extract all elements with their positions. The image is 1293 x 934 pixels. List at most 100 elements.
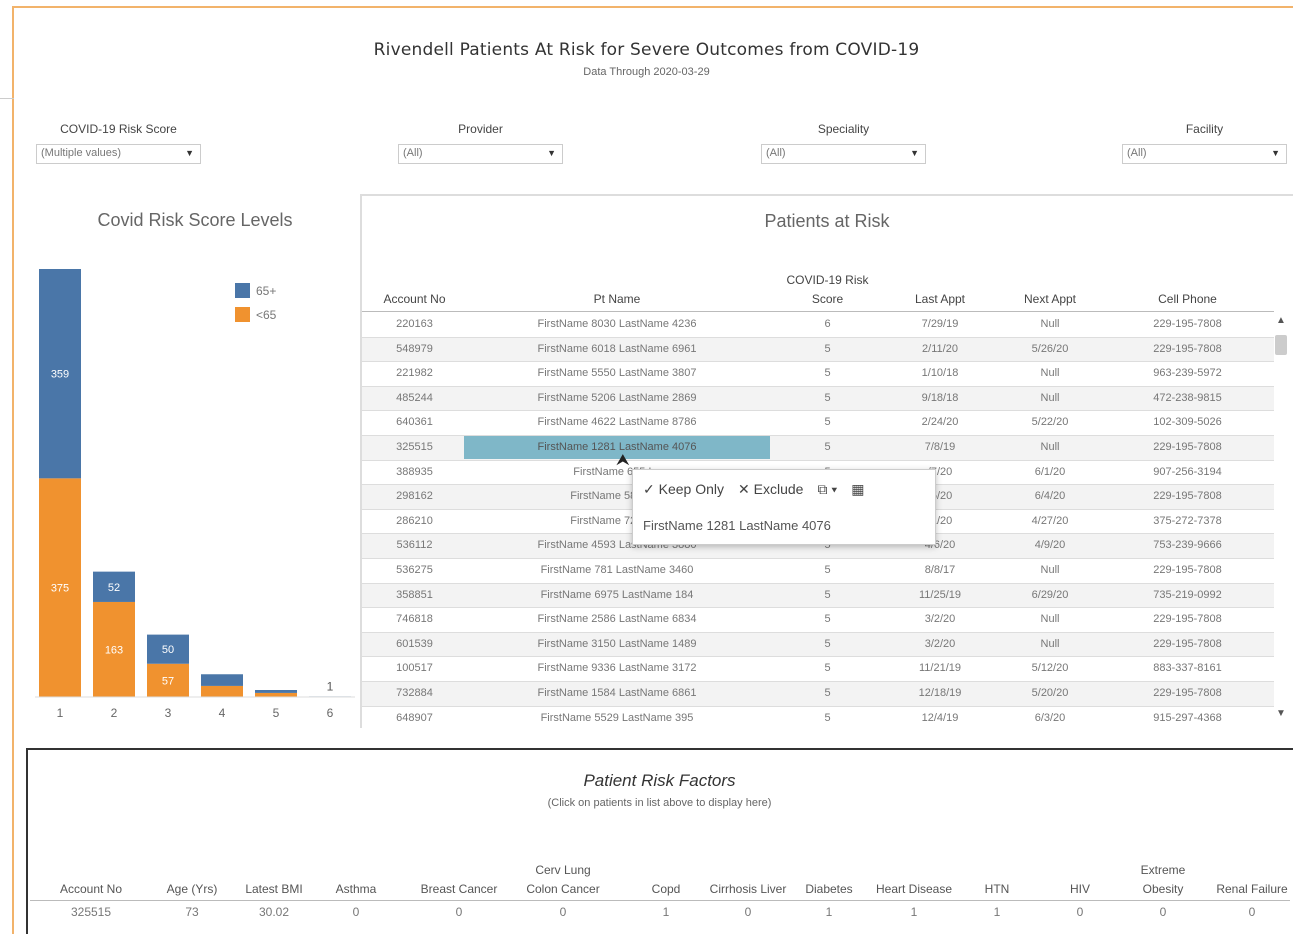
table-cell: 5 [824,563,831,576]
column-header[interactable]: COVID-19 Risk Score [770,271,885,309]
legend-label: 65+ [256,284,276,298]
column-header[interactable]: Next Appt [995,290,1105,309]
x-tick-label: 3 [165,706,172,720]
x-tick-label: 4 [219,706,226,720]
view-data-icon[interactable]: ▦ [851,481,864,498]
dropdown-value: (All) [403,147,423,159]
table-cell: 229-195-7808 [1153,318,1222,330]
table-row[interactable]: 221982 FirstName 5550 LastName 3807 5 1/10/… [362,362,1274,387]
table-cell: 2/24/20 [921,416,959,429]
table-cell: 5/22/20 [1031,416,1069,429]
table-cell: 5 [824,613,831,626]
group-members-icon[interactable]: ⧉ ▾ [817,481,837,498]
context-tooltip: ✓ Keep Only ✕ Exclude ⧉ ▾ ▦ FirstName 12… [632,469,936,545]
column-header[interactable]: Last Appt [885,290,995,309]
table-cell: 6/3/20 [1034,711,1066,724]
table-row[interactable]: 358851 FirstName 6975 LastName 184 5 11/25/… [362,583,1274,609]
dropdown-value: (Multiple values) [41,147,122,159]
filter-facility: Facility (All) ▼ [1122,122,1287,164]
table-scrollbar[interactable]: ▲ ▼ [1272,313,1290,723]
table-cell: 5 [824,637,831,650]
table-cell: 5 [824,416,831,429]
legend-swatch [235,283,250,298]
table-cell: 5 [824,686,831,699]
scroll-thumb[interactable] [1275,335,1287,355]
table-cell: 229-195-7808 [1153,637,1222,650]
filter-speciality: Speciality (All) ▼ [761,122,926,164]
table-cell: Null [1040,318,1060,330]
table-cell: 100517 [396,662,433,675]
table-row[interactable]: 648907 FirstName 5529 LastName 395 5 12/4/1… [362,707,1274,724]
table-cell: FirstName 2586 LastName 6834 [537,613,697,626]
bar-65-plus-4[interactable] [201,674,243,686]
scroll-down-icon[interactable]: ▼ [1276,708,1286,719]
table-cell: 375-272-7378 [1153,514,1222,527]
table-row[interactable]: 325515 FirstName 1281 LastName 4076 5 7/8/1… [362,435,1274,461]
filter-risk-score: COVID-19 Risk Score (Multiple values) ▼ [36,122,201,164]
table-cell: 220163 [396,318,433,330]
risk-factor-value: 1 [825,905,833,919]
risk-factor-value: 1 [993,905,1001,919]
table-cell: 732884 [396,686,433,699]
risk-factor-header: Diabetes [805,882,853,896]
bar-under-65-5[interactable] [255,692,297,697]
table-row[interactable]: 601539 FirstName 3150 LastName 1489 5 3/2/2… [362,632,1274,658]
risk-factor-value: 0 [1248,905,1256,919]
table-row[interactable]: 746818 FirstName 2586 LastName 6834 5 3/2/2… [362,608,1274,633]
table-cell: 963-239-5972 [1153,367,1222,380]
table-header: Account No Pt Name COVID-19 Risk Score Last… [362,272,1274,312]
legend-label: <65 [256,308,277,322]
table-row[interactable]: 548979 FirstName 6018 LastName 6961 5 2/11/… [362,337,1274,363]
column-header[interactable]: Pt Name [464,290,770,309]
chevron-down-icon: ▼ [547,148,556,158]
data-label: 359 [51,369,69,381]
exclude-label: Exclude [753,481,804,497]
table-row[interactable]: 536275 FirstName 781 LastName 3460 5 8/8/17… [362,559,1274,584]
table-cell: FirstName 781 LastName 3460 [540,563,694,576]
table-cell: FirstName 4622 LastName 8786 [537,416,697,429]
risk-factor-header: Cirrhosis Liver [709,882,787,896]
table-row[interactable]: 732884 FirstName 1584 LastName 6861 5 12/18… [362,681,1274,707]
risk-factor-header: Account No [59,882,123,896]
risk-score-dropdown[interactable]: (Multiple values) ▼ [36,144,201,164]
table-cell: 1/10/18 [921,367,959,380]
bar-under-65-4[interactable] [201,685,243,697]
table-row[interactable]: 640361 FirstName 4622 LastName 8786 5 2/24/… [362,411,1274,436]
table-cell: 358851 [396,588,433,601]
risk-factor-header: HIV [1069,882,1090,896]
page-title: Rivendell Patients At Risk for Severe Ou… [373,40,920,60]
risk-factor-header: Cerv Lung Colon Cancer [526,863,600,896]
bar-65-plus-5[interactable] [255,690,297,693]
facility-dropdown[interactable]: (All) ▼ [1122,144,1287,164]
table-cell: 648907 [396,711,433,724]
table-cell: 8/8/17 [924,563,956,576]
data-label: 50 [162,644,174,656]
keep-only-button[interactable]: ✓ Keep Only [643,481,724,498]
table-cell: 388935 [396,465,433,478]
mouse-pointer-icon: ⮝ [616,452,630,469]
table-cell: 6/1/20 [1034,465,1066,478]
speciality-dropdown[interactable]: (All) ▼ [761,144,926,164]
table-cell: 5 [824,367,831,380]
risk-factor-value: 0 [352,905,360,919]
data-label: 57 [162,675,174,687]
table-cell: 485244 [396,391,433,404]
table-cell: 735-219-0992 [1153,588,1222,601]
risk-factor-value: 0 [1076,905,1084,919]
column-header[interactable]: Cell Phone [1105,290,1270,309]
scroll-up-icon[interactable]: ▲ [1276,315,1286,326]
table-row[interactable]: 220163 FirstName 8030 LastName 4236 6 7/29/… [362,313,1274,338]
table-cell: 3/2/20 [924,637,956,650]
table-cell: FirstName 9336 LastName 3172 [537,662,697,675]
provider-dropdown[interactable]: (All) ▼ [398,144,563,164]
table-cell: 883-337-8161 [1153,662,1222,675]
chevron-down-icon: ▼ [185,148,194,158]
table-cell: 4/27/20 [1031,514,1069,527]
column-header[interactable]: Account No [362,290,467,309]
table-cell: 753-239-9666 [1153,539,1222,552]
table-row[interactable]: 100517 FirstName 9336 LastName 3172 5 11/21… [362,657,1274,682]
table-cell: 548979 [396,342,433,355]
table-row[interactable]: 485244 FirstName 5206 LastName 2869 5 9/18/… [362,386,1274,412]
table-cell: 229-195-7808 [1153,686,1222,699]
exclude-button[interactable]: ✕ Exclude [738,481,803,498]
